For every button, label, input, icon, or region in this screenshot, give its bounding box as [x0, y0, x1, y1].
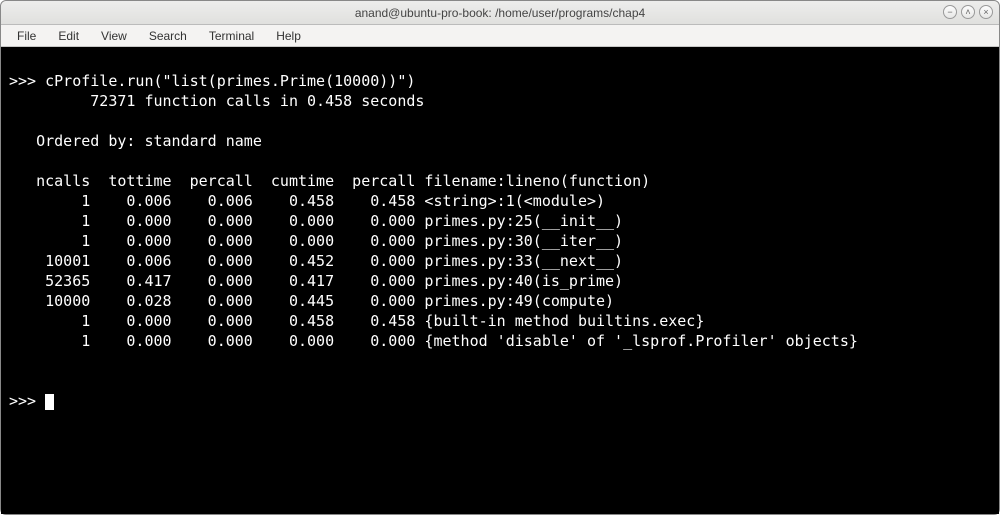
profile-row: 10000 0.028 0.000 0.445 0.000 primes.py:…	[9, 292, 614, 310]
profile-row: 1 0.000 0.000 0.000 0.000 {method 'disab…	[9, 332, 858, 350]
menubar: File Edit View Search Terminal Help	[1, 25, 999, 47]
profile-row: 1 0.000 0.000 0.458 0.458 {built-in meth…	[9, 312, 704, 330]
cursor	[45, 394, 54, 410]
menu-help[interactable]: Help	[266, 27, 311, 45]
minimize-button[interactable]: −	[943, 5, 957, 19]
ordered-by-line: Ordered by: standard name	[9, 132, 262, 150]
menu-file[interactable]: File	[7, 27, 46, 45]
profile-row: 1 0.000 0.000 0.000 0.000 primes.py:25(_…	[9, 212, 623, 230]
profile-row: 1 0.006 0.006 0.458 0.458 <string>:1(<mo…	[9, 192, 605, 210]
python-prompt: >>>	[9, 392, 45, 410]
terminal-viewport[interactable]: >>> cProfile.run("list(primes.Prime(1000…	[1, 47, 999, 514]
menu-search[interactable]: Search	[139, 27, 197, 45]
menu-edit[interactable]: Edit	[48, 27, 89, 45]
titlebar[interactable]: anand@ubuntu-pro-book: /home/user/progra…	[1, 1, 999, 25]
menu-view[interactable]: View	[91, 27, 137, 45]
window-controls: − ˄ ×	[943, 5, 993, 19]
maximize-button[interactable]: ˄	[961, 5, 975, 19]
profile-row: 52365 0.417 0.000 0.417 0.000 primes.py:…	[9, 272, 623, 290]
profile-header: ncalls tottime percall cumtime percall f…	[9, 172, 650, 190]
profile-row: 1 0.000 0.000 0.000 0.000 primes.py:30(_…	[9, 232, 623, 250]
menu-terminal[interactable]: Terminal	[199, 27, 264, 45]
profile-row: 10001 0.006 0.000 0.452 0.000 primes.py:…	[9, 252, 623, 270]
terminal-window: anand@ubuntu-pro-book: /home/user/progra…	[0, 0, 1000, 515]
window-title: anand@ubuntu-pro-book: /home/user/progra…	[355, 6, 645, 20]
command-line: cProfile.run("list(primes.Prime(10000))"…	[45, 72, 415, 90]
python-prompt: >>>	[9, 72, 45, 90]
close-button[interactable]: ×	[979, 5, 993, 19]
summary-line: 72371 function calls in 0.458 seconds	[9, 92, 424, 110]
